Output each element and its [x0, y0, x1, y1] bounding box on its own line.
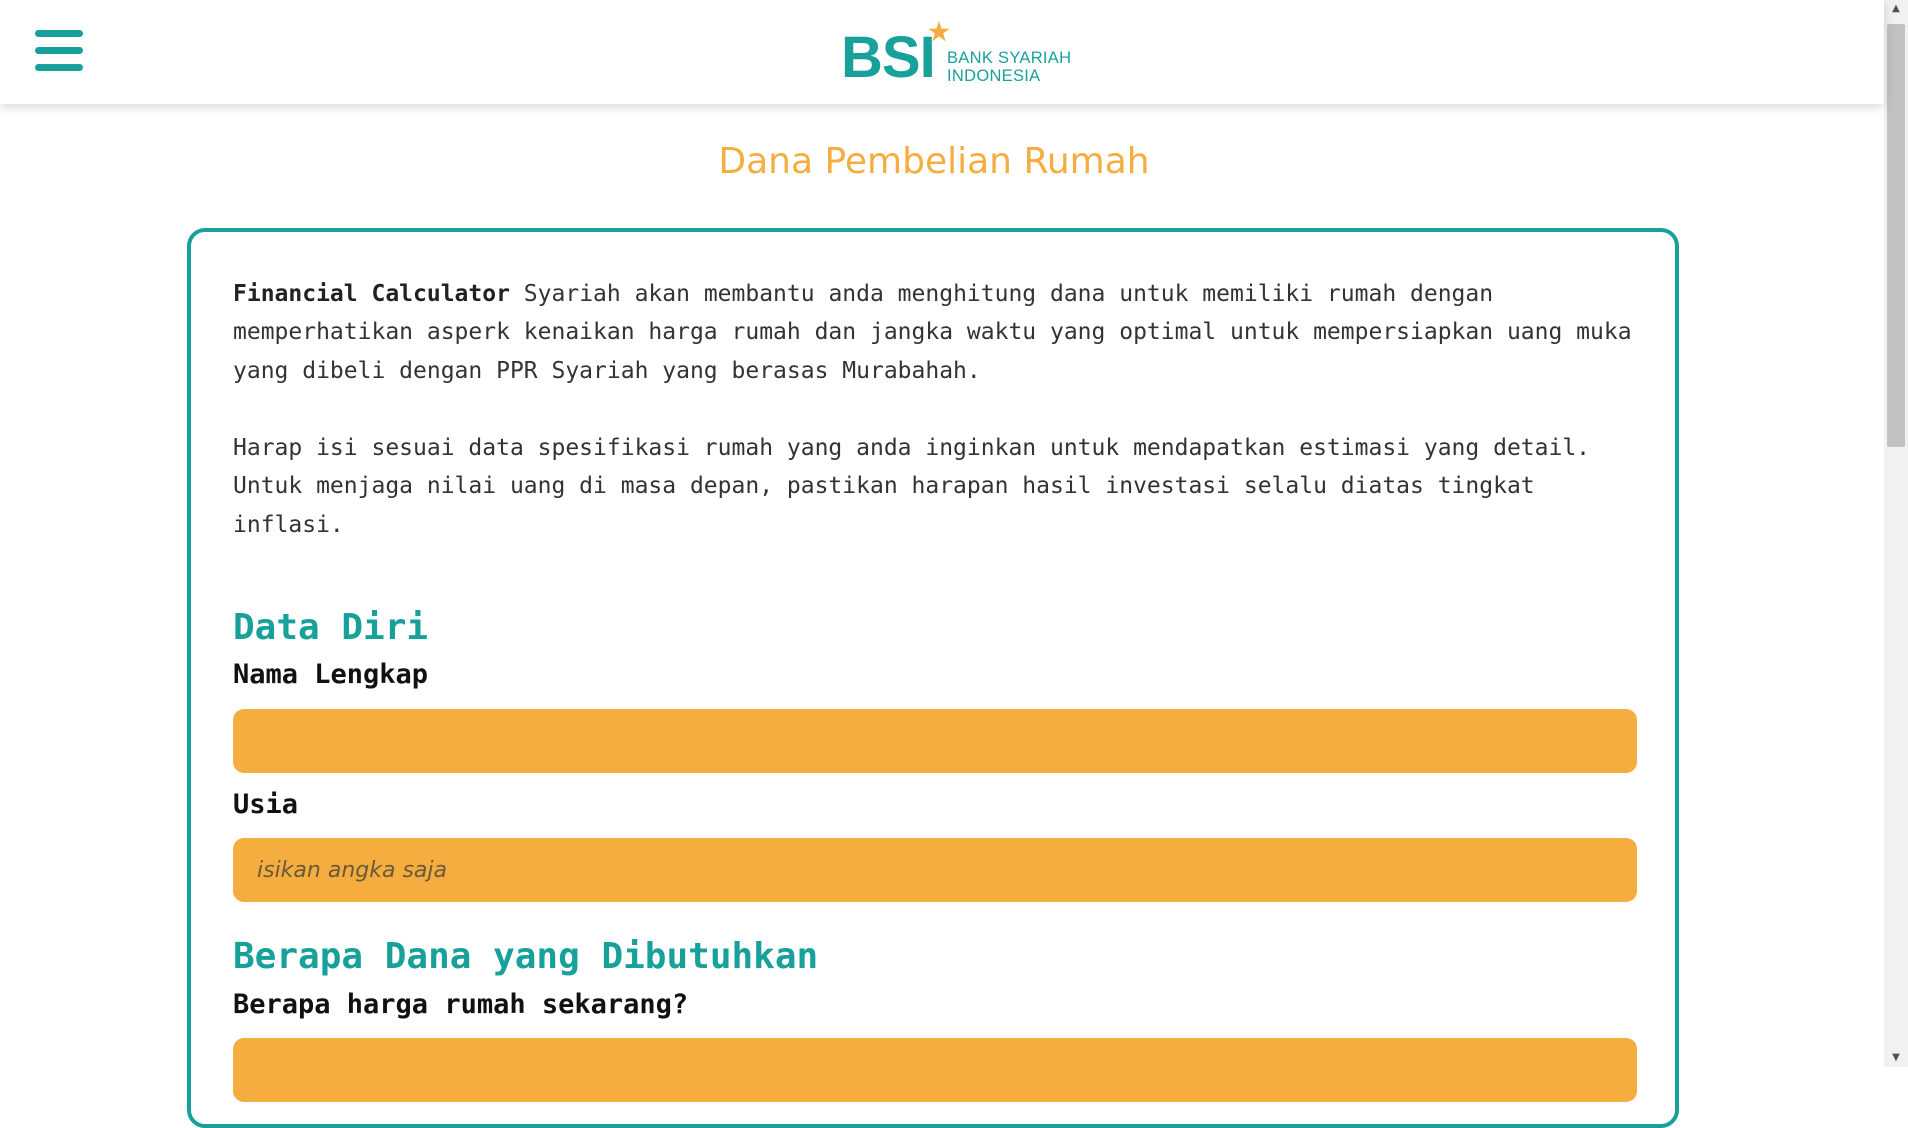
- harga-rumah-label: Berapa harga rumah sekarang?: [233, 989, 689, 1020]
- bsi-logo[interactable]: BSI BANK SYARIAH INDONESIA: [841, 20, 1081, 90]
- logo-line-1: BANK SYARIAH: [947, 49, 1072, 67]
- hamburger-menu-icon[interactable]: [35, 30, 83, 72]
- usia-label: Usia: [233, 789, 299, 820]
- intro-paragraph-2: Harap isi sesuai data spesifikasi rumah …: [233, 435, 1591, 538]
- star-icon: [928, 21, 950, 42]
- logo-mark: BSI: [841, 25, 936, 90]
- intro-paragraph-1: Financial Calculator Syariah akan memban…: [233, 275, 1653, 390]
- nama-lengkap-input[interactable]: [233, 709, 1637, 773]
- scroll-down-arrow-icon[interactable]: ▼: [1884, 1049, 1908, 1067]
- vertical-scrollbar[interactable]: ▲ ▼: [1884, 0, 1908, 1067]
- top-header: BSI BANK SYARIAH INDONESIA: [0, 0, 1884, 104]
- intro-bold-term: Financial Calculator: [233, 281, 510, 307]
- section-title-dana: Berapa Dana yang Dibutuhkan: [233, 936, 819, 977]
- page-title: Dana Pembelian Rumah: [718, 141, 1150, 182]
- nama-lengkap-label: Nama Lengkap: [233, 659, 429, 690]
- logo-line-2: INDONESIA: [947, 67, 1041, 85]
- usia-input[interactable]: [233, 838, 1637, 902]
- section-title-data-diri: Data Diri: [233, 607, 429, 648]
- scroll-up-arrow-icon[interactable]: ▲: [1884, 0, 1908, 18]
- scroll-thumb[interactable]: [1887, 24, 1905, 447]
- logo-wordmark: BANK SYARIAH INDONESIA: [947, 49, 1071, 85]
- harga-rumah-input[interactable]: [233, 1038, 1637, 1102]
